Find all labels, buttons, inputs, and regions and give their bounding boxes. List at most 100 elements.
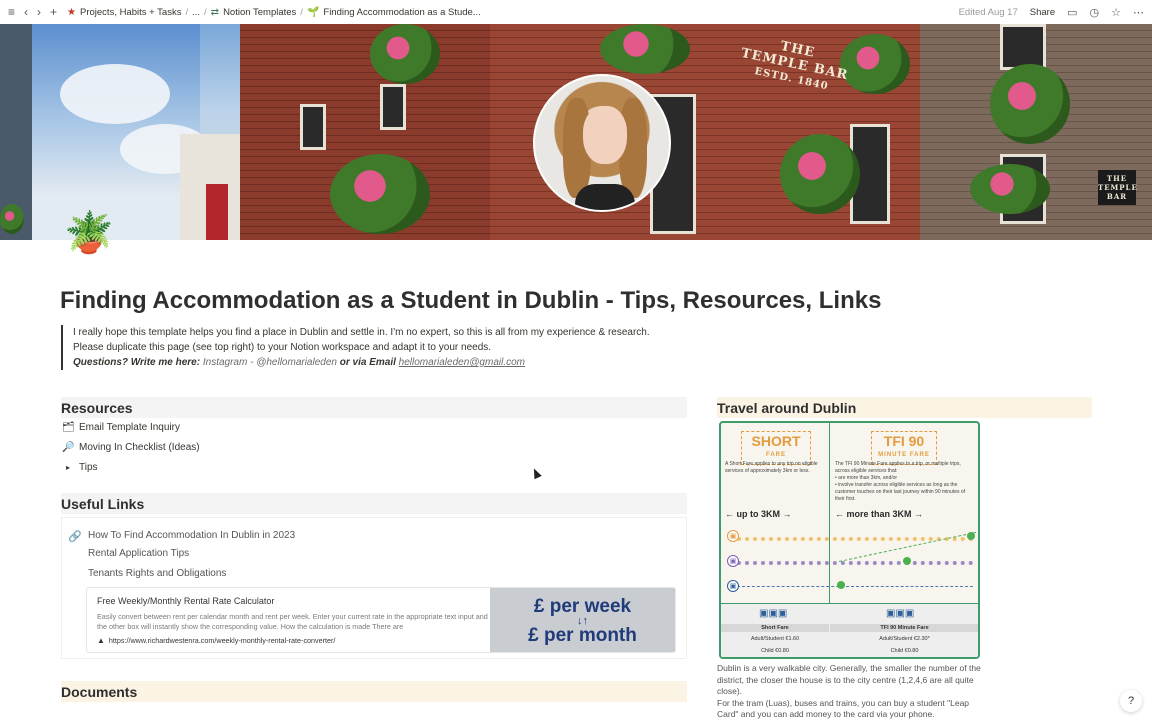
stop-dot <box>967 532 975 540</box>
clock-icon[interactable]: ◷ <box>1090 6 1100 19</box>
sync-icon: ⇄ <box>210 6 220 18</box>
cover-cloud <box>60 64 170 124</box>
edited-timestamp: Edited Aug 17 <box>958 6 1018 18</box>
help-button[interactable]: ? <box>1120 690 1142 712</box>
thumb-line-1: £ per week <box>533 595 632 617</box>
stop-dot <box>903 557 911 565</box>
link-rental-application-tips[interactable]: Rental Application Tips <box>88 548 189 559</box>
plant-icon: 🌱 <box>306 6 320 18</box>
intro-quote[interactable]: I really hope this template helps you fi… <box>61 325 650 370</box>
cover-sign-text: THE <box>1106 174 1128 183</box>
resource-tips-toggle[interactable]: ▸ Tips <box>62 462 98 473</box>
cover-temple-bar-side-sign: THE TEMPLE BAR <box>1098 170 1138 205</box>
documents-heading[interactable]: Documents <box>61 681 687 702</box>
useful-links-heading-text: Useful Links <box>61 496 145 512</box>
or-email-text: or via Email <box>339 357 396 368</box>
travel-fares-infographic[interactable]: SHORT FARE A Short Fare applies to any t… <box>719 421 980 659</box>
short-fare-title-text: SHORT <box>751 433 801 449</box>
tfi-desc-line: • are more than 3km, and/or <box>835 475 898 481</box>
forward-icon[interactable]: › <box>37 5 41 19</box>
breadcrumb-item-ellipsis[interactable]: ... <box>192 7 200 18</box>
comment-icon[interactable]: ▭ <box>1067 6 1077 19</box>
fare-prices-table: ▣▣▣ ▣▣▣ Short Fare TFI 90 Minute Fare Ad… <box>721 603 978 657</box>
bus-track <box>737 586 973 587</box>
short-fare-label: Short Fare <box>721 624 829 632</box>
avatar-shirt <box>575 184 635 210</box>
cover-window <box>300 104 326 150</box>
top-bar: ≡ ‹ › + ★ Projects, Habits + Tasks / ...… <box>0 0 1152 24</box>
breadcrumb-separator: / <box>185 6 189 18</box>
resource-email-template[interactable]: 🗂 Email Template Inquiry <box>62 422 180 433</box>
bookmark-rental-calculator[interactable]: Free Weekly/Monthly Rental Rate Calculat… <box>86 587 676 653</box>
tram-icon: ▣ <box>727 530 739 542</box>
breadcrumb-separator: / <box>300 6 303 18</box>
cover-window <box>1000 24 1046 70</box>
cover-window <box>380 84 406 130</box>
tfi-desc-line: • involve transfer across eligible servi… <box>835 482 966 502</box>
range-long-text: more than 3KM <box>846 509 912 519</box>
toggle-triangle-icon[interactable]: ▸ <box>62 463 74 472</box>
range-short-text: up to 3KM <box>736 509 781 519</box>
travel-heading[interactable]: Travel around Dublin <box>717 397 1092 418</box>
travel-text-paragraph: Dublin is a very walkable city. Generall… <box>717 663 981 696</box>
link-how-to-find-accommodation[interactable]: How To Find Accommodation In Dublin in 2… <box>88 530 295 541</box>
menu-icon[interactable]: ≡ <box>8 5 15 19</box>
resource-moving-checklist[interactable]: 🔎 Moving In Checklist (Ideas) <box>62 442 200 453</box>
short-adult-price: Adult/Student €1.60 <box>750 636 800 642</box>
intro-line-2: Please duplicate this page (see top righ… <box>73 342 492 353</box>
breadcrumb-item-projects[interactable]: Projects, Habits + Tasks <box>80 7 181 18</box>
cover-flower-basket <box>370 24 440 84</box>
train-track <box>737 561 973 565</box>
cover-flower-basket <box>600 24 690 74</box>
cover-image[interactable]: THE TEMPLE BAR ESTD. 1840 THE TEMPLE BAR <box>0 24 1152 240</box>
add-icon[interactable]: + <box>50 5 57 19</box>
back-icon[interactable]: ‹ <box>24 5 28 19</box>
breadcrumb-separator: / <box>204 6 207 18</box>
magnifier-icon: 🔎 <box>62 442 75 453</box>
file-cabinet-icon: 🗂 <box>62 422 75 433</box>
email-link[interactable]: hellomarialeden@gmail.com <box>399 357 525 368</box>
webcam-avatar <box>533 74 671 212</box>
travel-heading-text: Travel around Dublin <box>717 400 857 416</box>
questions-label: Questions? Write me here: <box>73 357 201 368</box>
transport-icons-tfi: ▣▣▣ <box>886 608 915 619</box>
more-options-icon[interactable]: ⋯ <box>1133 6 1144 19</box>
bookmark-text: Free Weekly/Monthly Rental Rate Calculat… <box>97 596 489 645</box>
tfi-adult-price: Adult/Student €2.30* <box>879 636 930 642</box>
bus-icon: ▣ <box>727 580 739 592</box>
tfi-child-price: Child €0.80 <box>890 648 919 654</box>
cover-flower-basket <box>990 64 1070 144</box>
range-short: ← up to 3KM → <box>725 509 792 519</box>
favorite-star-icon[interactable]: ☆ <box>1111 6 1121 19</box>
cover-red-banner <box>206 184 228 240</box>
breadcrumb-item-current-page[interactable]: Finding Accommodation as a Stude... <box>323 7 480 18</box>
cover-flower-basket <box>0 204 24 234</box>
cover-flower-basket <box>970 164 1050 214</box>
share-button[interactable]: Share <box>1030 7 1055 18</box>
link-tenants-rights[interactable]: Tenants Rights and Obligations <box>88 568 226 579</box>
bookmark-thumbnail: £ per week ↓↑ £ per month <box>490 588 675 652</box>
tfi-fare-title: TFI 90 MINUTE FARE <box>871 431 937 465</box>
cover-sign-text: BAR <box>1106 192 1128 201</box>
resources-heading[interactable]: Resources <box>61 397 687 418</box>
short-fare-subtitle: FARE <box>765 452 786 458</box>
instagram-text: Instagram - @hellomarialeden <box>202 357 337 368</box>
resources-heading-text: Resources <box>61 400 133 416</box>
page-icon[interactable]: 🪴 <box>64 213 114 253</box>
train-icon: ▣ <box>727 555 739 567</box>
cover-flower-basket <box>330 154 430 234</box>
intro-line-3: Questions? Write me here: Instagram - @h… <box>73 355 650 370</box>
page-title[interactable]: Finding Accommodation as a Student in Du… <box>60 287 881 315</box>
useful-links-heading[interactable]: Useful Links <box>61 493 687 514</box>
breadcrumb-item-notion-templates[interactable]: Notion Templates <box>223 7 296 18</box>
bookmark-url-row: ▲ https://www.richardwestenra.com/weekly… <box>97 636 489 645</box>
thumb-line-2: £ per month <box>528 624 637 646</box>
star-icon: ★ <box>67 6 76 18</box>
nav-controls: ≡ ‹ › + <box>8 5 57 19</box>
intro-line-1: I really hope this template helps you fi… <box>73 327 650 338</box>
transport-icons-short: ▣▣▣ <box>759 608 788 619</box>
resource-label: Email Template Inquiry <box>79 422 180 433</box>
travel-description[interactable]: Dublin is a very walkable city. Generall… <box>717 663 987 720</box>
breadcrumb: ★ Projects, Habits + Tasks / ... / ⇄ Not… <box>67 7 481 18</box>
cover-sign-text: TEMPLE <box>1098 183 1138 192</box>
